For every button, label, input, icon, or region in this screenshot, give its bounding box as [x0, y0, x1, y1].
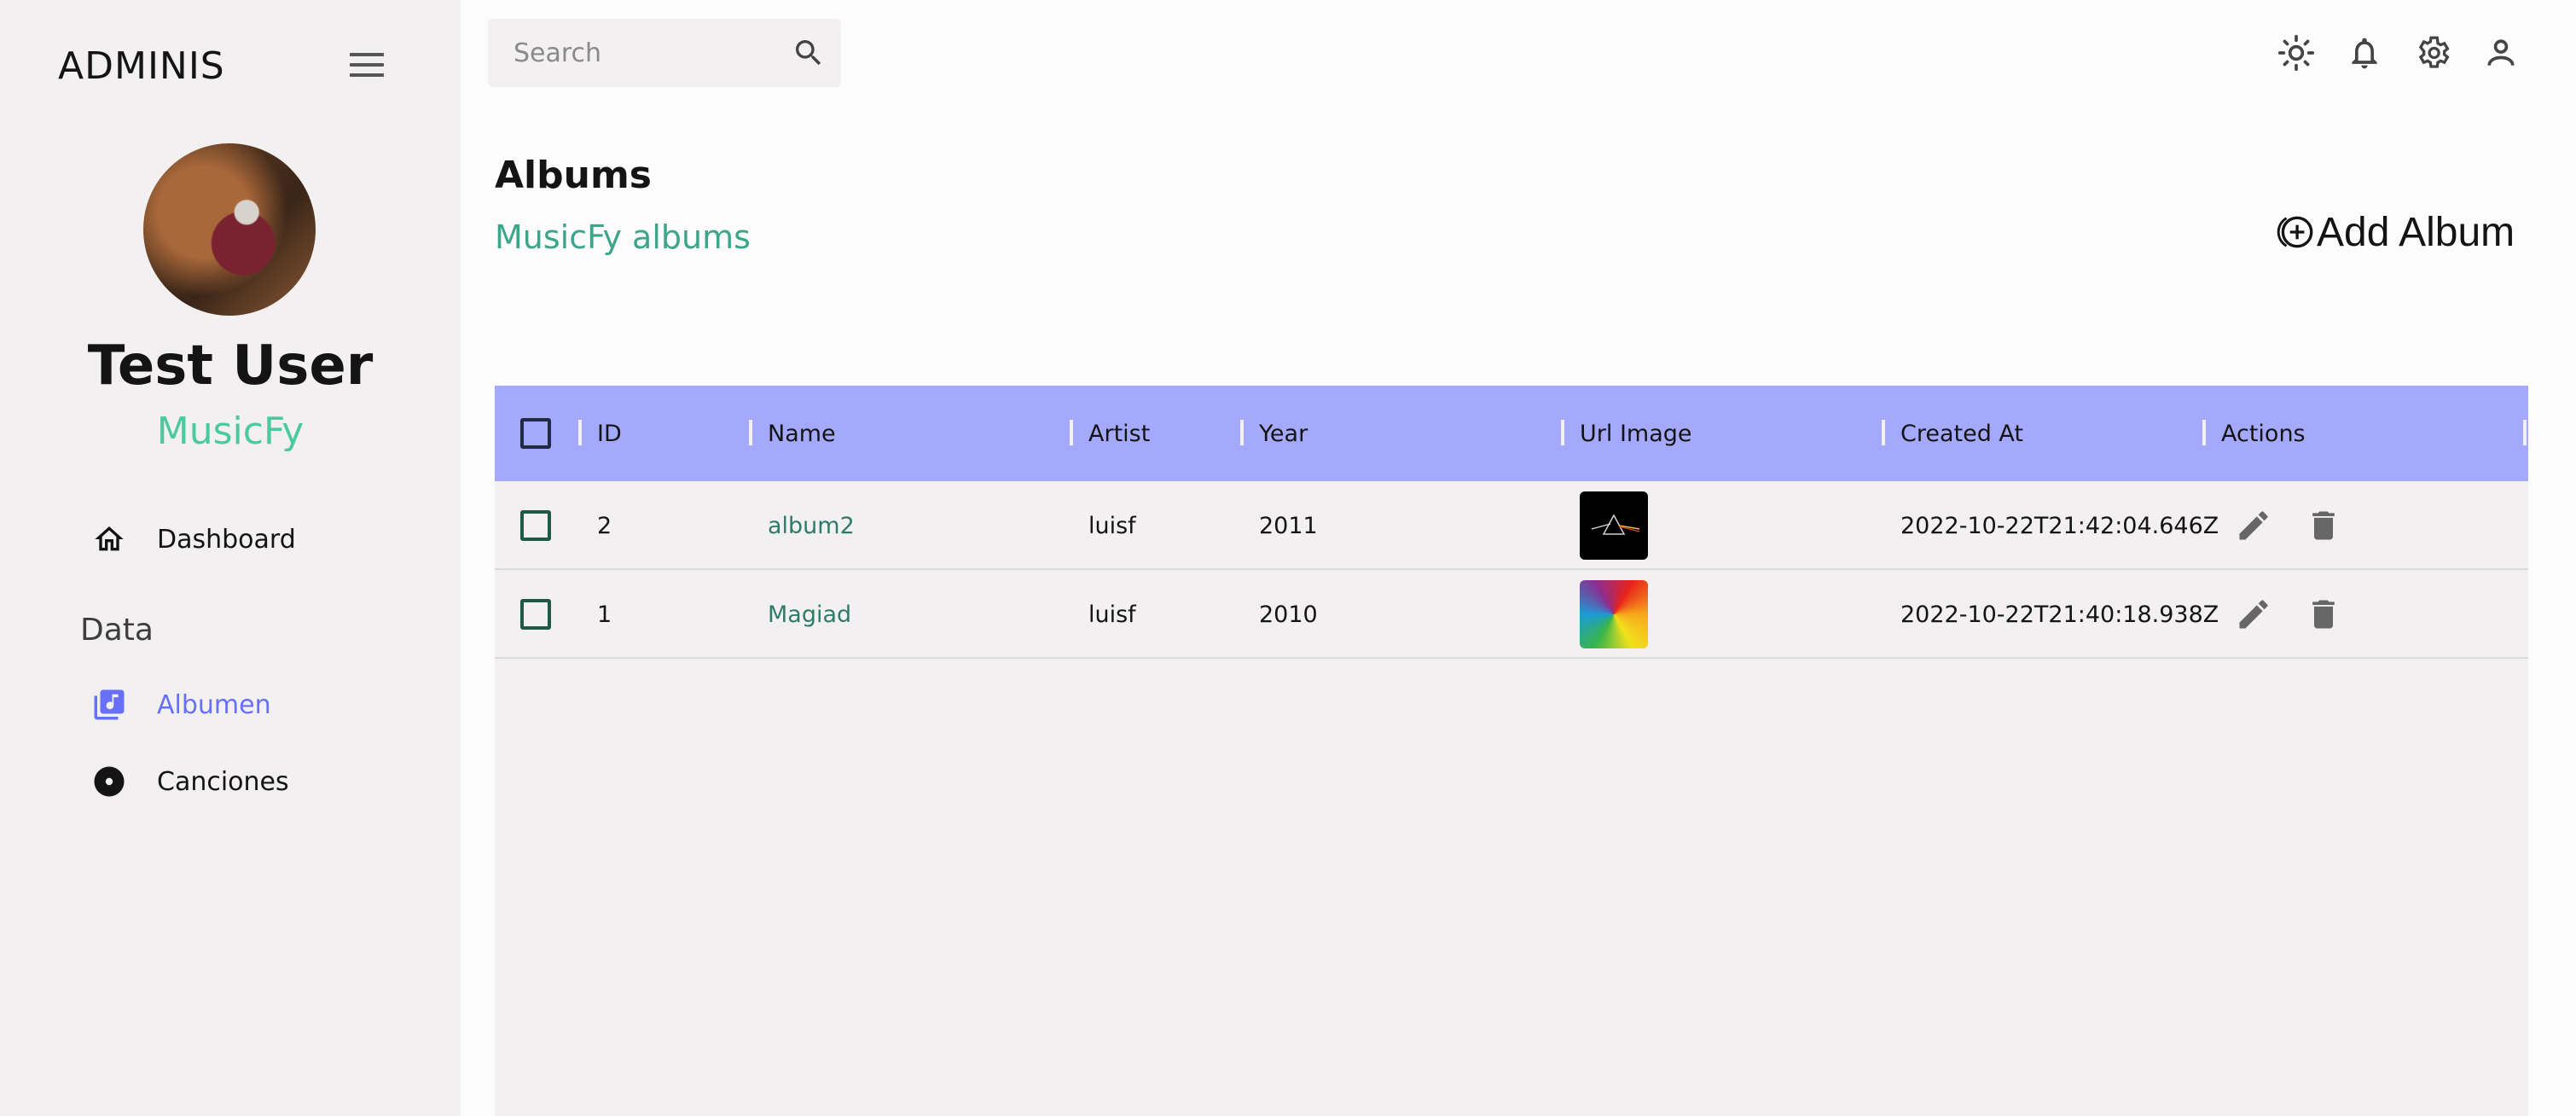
column-separator[interactable]: [2202, 420, 2206, 445]
search-bar: [488, 19, 841, 87]
albums-table: ID Name Artist Year Url Image Created At…: [495, 386, 2528, 1116]
cell-id: 2: [597, 512, 612, 539]
column-header-artist[interactable]: Artist: [1088, 386, 1150, 481]
column-separator[interactable]: [1240, 420, 1244, 445]
cell-year: 2010: [1259, 601, 1318, 628]
settings-icon[interactable]: [2414, 34, 2451, 72]
page-title: Albums: [495, 154, 652, 197]
cell-year: 2011: [1259, 512, 1318, 539]
home-icon: [89, 519, 130, 560]
sidebar-item-label: Canciones: [157, 766, 289, 797]
sidebar-item-label: Albumen: [157, 689, 271, 720]
column-separator[interactable]: [1882, 420, 1885, 445]
column-header-actions[interactable]: Actions: [2221, 386, 2306, 481]
disc-icon: [89, 761, 130, 802]
cell-artist: luisf: [1088, 601, 1136, 628]
search-icon[interactable]: [792, 36, 826, 70]
avatar: [143, 143, 316, 316]
sidebar: ADMINIS Test User MusicFy Dashboard Data…: [0, 0, 461, 1116]
section-label: Data: [80, 613, 154, 648]
user-role: MusicFy: [156, 410, 305, 453]
album-cover-image: [1580, 580, 1648, 648]
cell-artist: luisf: [1088, 512, 1136, 539]
cell-name[interactable]: Magiad: [768, 570, 851, 659]
notifications-icon[interactable]: [2346, 34, 2383, 72]
user-name: Test User: [87, 334, 374, 398]
column-header-created-at[interactable]: Created At: [1900, 386, 2023, 481]
main-content: Albums MusicFy albums Add Album ID Name …: [461, 0, 2576, 1116]
edit-icon[interactable]: [2235, 596, 2272, 633]
search-input[interactable]: [513, 19, 769, 87]
column-header-year[interactable]: Year: [1259, 386, 1308, 481]
column-separator[interactable]: [1561, 420, 1564, 445]
column-separator[interactable]: [1070, 420, 1073, 445]
sidebar-item-canciones[interactable]: Canciones: [89, 756, 289, 807]
delete-icon[interactable]: [2305, 507, 2342, 544]
add-album-label: Add Album: [2317, 209, 2515, 255]
cell-created-at: 2022-10-22T21:42:04.646Z: [1900, 512, 2219, 539]
column-header-id[interactable]: ID: [597, 386, 622, 481]
delete-icon[interactable]: [2305, 596, 2342, 633]
column-header-name[interactable]: Name: [768, 386, 836, 481]
cell-id: 1: [597, 601, 612, 628]
add-circle-icon: [2274, 211, 2317, 253]
album-cover-image: [1580, 491, 1648, 560]
sidebar-item-dashboard[interactable]: Dashboard: [89, 514, 296, 565]
column-separator[interactable]: [2523, 420, 2527, 445]
cell-name[interactable]: album2: [768, 481, 855, 570]
row-checkbox[interactable]: [520, 510, 551, 541]
select-all-checkbox[interactable]: [520, 418, 551, 449]
table-header: ID Name Artist Year Url Image Created At…: [495, 386, 2528, 481]
menu-icon[interactable]: [350, 53, 384, 82]
column-separator[interactable]: [578, 420, 582, 445]
column-header-url-image[interactable]: Url Image: [1580, 386, 1692, 481]
sidebar-item-albumen[interactable]: Albumen: [89, 679, 271, 730]
row-checkbox[interactable]: [520, 599, 551, 630]
page-subtitle: MusicFy albums: [495, 218, 751, 256]
person-icon[interactable]: [2482, 34, 2520, 72]
sidebar-item-label: Dashboard: [157, 524, 296, 555]
library-music-icon: [89, 684, 130, 725]
brand-title: ADMINIS: [58, 44, 225, 88]
table-row[interactable]: 2 album2 luisf 2011 2022-10-22T21:42:04.…: [495, 481, 2528, 570]
add-album-button[interactable]: Add Album: [2274, 206, 2515, 258]
edit-icon[interactable]: [2235, 507, 2272, 544]
column-separator[interactable]: [749, 420, 752, 445]
cell-created-at: 2022-10-22T21:40:18.938Z: [1900, 601, 2219, 628]
table-row[interactable]: 1 Magiad luisf 2010 2022-10-22T21:40:18.…: [495, 570, 2528, 659]
light-mode-icon[interactable]: [2277, 34, 2315, 72]
